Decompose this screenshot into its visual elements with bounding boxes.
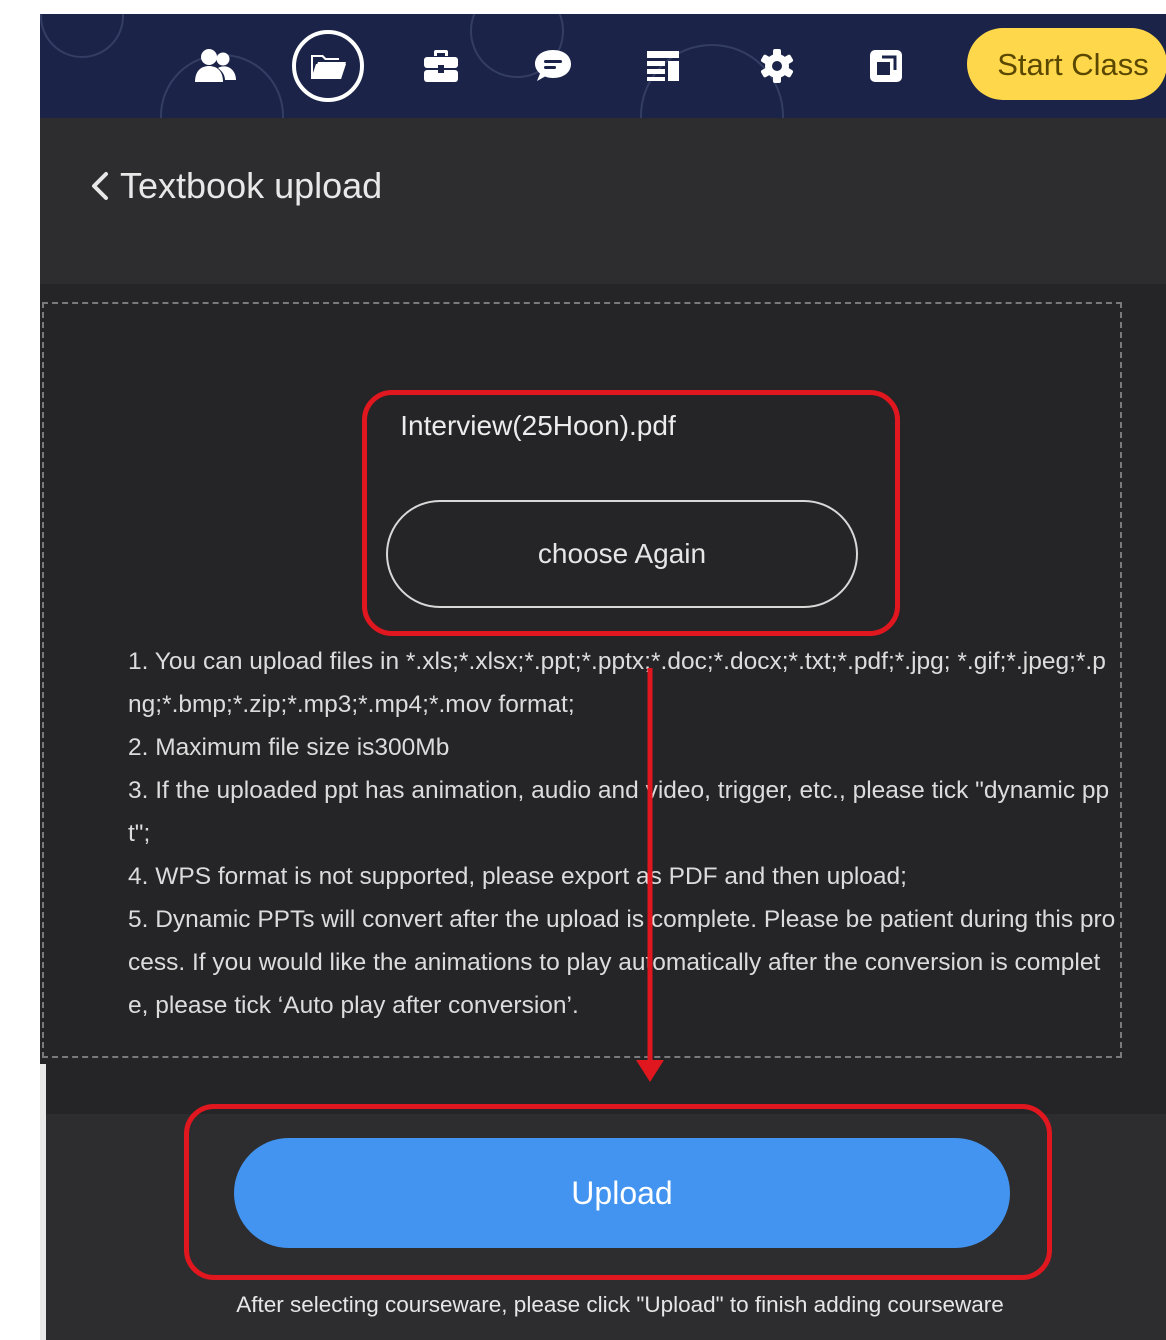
chevron-left-icon <box>92 172 108 200</box>
choose-again-button[interactable]: choose Again <box>386 500 858 608</box>
folder-open-icon[interactable] <box>292 30 364 102</box>
selected-file-name: Interview(25Hoon).pdf <box>400 410 676 441</box>
upload-hint: After selecting courseware, please click… <box>236 1292 1004 1317</box>
top-toolbar: Start Class <box>40 14 1166 118</box>
instruction-item: 3. If the uploaded ppt has animation, au… <box>128 777 1110 847</box>
toolbox-icon[interactable] <box>409 34 473 98</box>
instruction-item: 2. Maximum file size is300Mb <box>128 734 450 761</box>
instruction-item: 1. You can upload files in *.xls;*.xlsx;… <box>128 648 1106 718</box>
page-title: Textbook upload <box>120 165 383 206</box>
upload-instructions: 1. You can upload files in *.xls;*.xlsx;… <box>128 640 1118 1027</box>
back-header[interactable]: Textbook upload <box>84 164 382 208</box>
window-icon[interactable] <box>854 34 918 98</box>
background-doodle <box>40 14 124 58</box>
start-class-button[interactable]: Start Class <box>967 28 1166 100</box>
instruction-item: 5. Dynamic PPTs will convert after the u… <box>128 906 1116 1019</box>
settings-icon[interactable] <box>745 34 809 98</box>
instruction-item: 4. WPS format is not supported, please e… <box>128 863 907 890</box>
screenshot-page: Start Class Textbook upload Interview(25… <box>0 0 1166 1340</box>
users-icon[interactable] <box>183 34 247 98</box>
layout-icon[interactable] <box>631 34 695 98</box>
upload-button[interactable]: Upload <box>234 1138 1010 1248</box>
chat-icon[interactable] <box>521 34 585 98</box>
